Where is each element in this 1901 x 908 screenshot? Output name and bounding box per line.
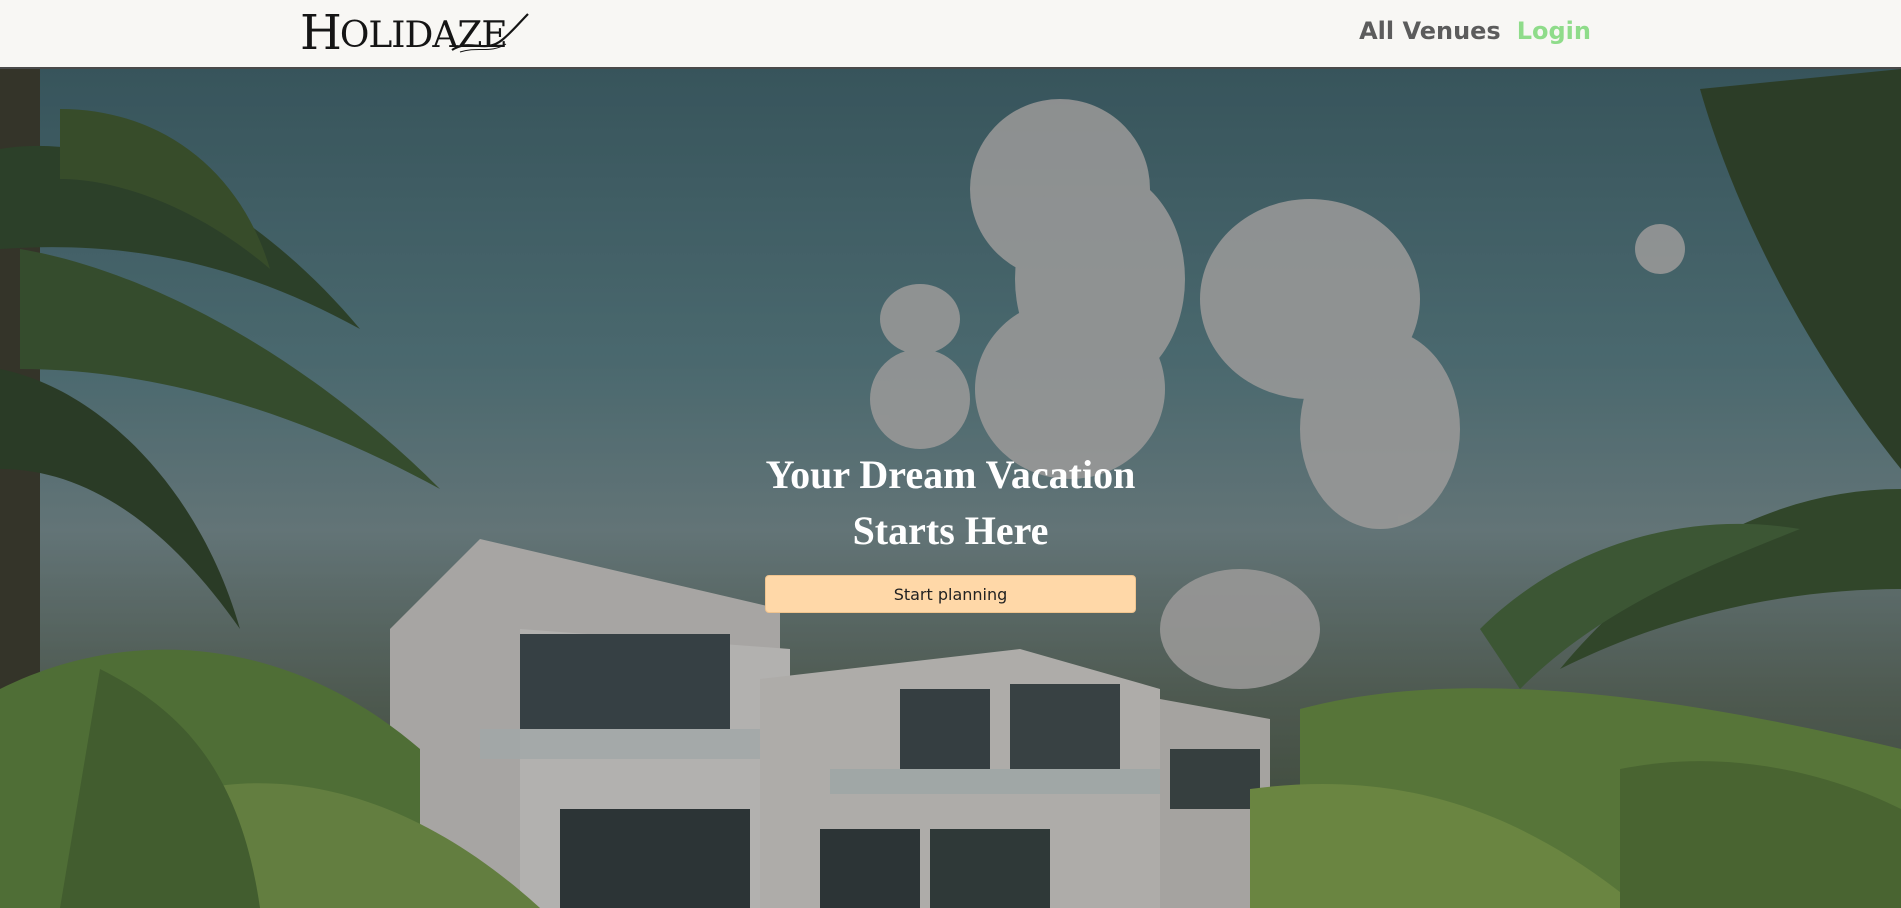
hero-title: Your Dream Vacation Starts Here [765,447,1136,559]
holidaze-logo[interactable]: H OLIDAZE [300,8,530,58]
hero-title-line-2: Starts Here [852,508,1049,553]
hero-section: Your Dream Vacation Starts Here Start pl… [0,69,1901,908]
top-navbar: H OLIDAZE All Venues Login [0,0,1901,69]
hero-title-line-1: Your Dream Vacation [765,452,1136,497]
nav-login-link[interactable]: Login [1517,17,1591,45]
start-planning-button[interactable]: Start planning [765,575,1136,613]
logo-swoosh-icon [451,13,529,53]
logo-letter-h: H [300,5,342,61]
hero-content: Your Dream Vacation Starts Here Start pl… [765,447,1136,613]
main-nav: All Venues Login [1359,17,1591,45]
nav-all-venues-link[interactable]: All Venues [1359,17,1501,45]
